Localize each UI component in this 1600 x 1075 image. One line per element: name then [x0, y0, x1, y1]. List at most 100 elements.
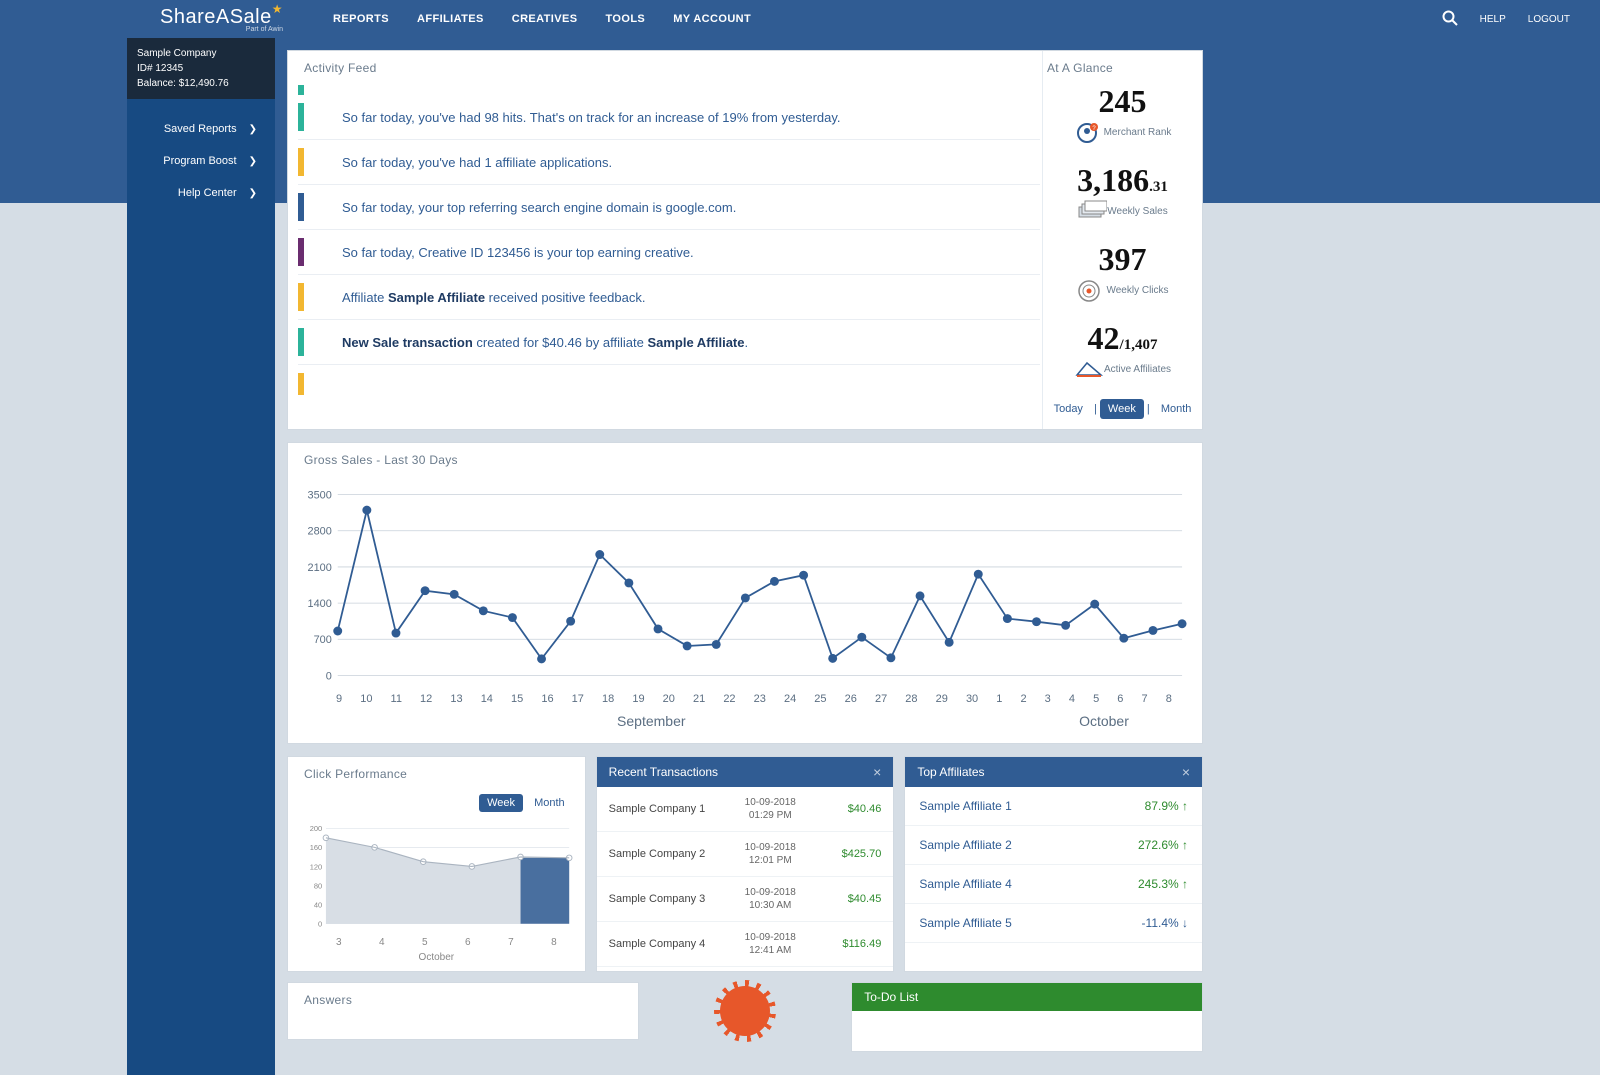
nav-reports[interactable]: REPORTS [333, 13, 389, 25]
activity-feed-title: Activity Feed [288, 51, 1042, 85]
click-perf-tabs: Week Month [479, 797, 573, 809]
glance-tab-week[interactable]: Week [1100, 399, 1144, 419]
feed-item[interactable]: So far today, Creative ID 123456 is your… [298, 230, 1040, 275]
help-link[interactable]: HELP [1480, 14, 1506, 25]
svg-text:40: 40 [314, 900, 322, 909]
answers-title: Answers [288, 983, 638, 1017]
brand-name: ShareASale [160, 6, 272, 28]
click-tab-week[interactable]: Week [479, 794, 523, 812]
tx-amount: $116.49 [821, 938, 882, 950]
glance-stat: 245?Merchant Rank [1043, 83, 1202, 144]
tx-name: Sample Company 1 [609, 803, 720, 815]
sidebar-saved-reports[interactable]: Saved Reports❯ [127, 113, 275, 145]
glance-timeframe-tabs: Today | Week | Month [1043, 399, 1202, 419]
sun-icon [720, 986, 770, 1036]
chart-month-labels: September October [288, 705, 1202, 733]
sidebar-help-center[interactable]: Help Center❯ [127, 177, 275, 209]
chart-x-axis: 9101112131415161718192021222324252627282… [288, 693, 1202, 705]
gross-sales-chart-panel: Gross Sales - Last 30 Days 0700140021002… [287, 442, 1203, 744]
glance-icon [1074, 357, 1098, 381]
affiliate-row[interactable]: Sample Affiliate 2272.6% ↑ [905, 826, 1202, 865]
tx-date: 10-09-201810:30 AM [720, 886, 821, 912]
nav-affiliates[interactable]: AFFILIATES [417, 13, 484, 25]
tx-date: 10-09-201812:41 AM [720, 931, 821, 957]
glance-tab-today[interactable]: Today [1046, 399, 1091, 419]
svg-text:2100: 2100 [308, 562, 332, 574]
glance-value: 3,186.31 [1043, 162, 1202, 199]
click-perf-title: Click Performance [288, 757, 585, 791]
sidebar-program-boost[interactable]: Program Boost❯ [127, 145, 275, 177]
glance-value: 42/1,407 [1043, 320, 1202, 357]
close-icon[interactable]: × [1182, 764, 1190, 780]
glance-stat: 42/1,407Active Affiliates [1043, 320, 1202, 381]
glance-label: ?Merchant Rank [1043, 120, 1202, 144]
affiliate-pct: -11.4% ↓ [1142, 916, 1188, 930]
feed-accent [298, 148, 304, 176]
click-performance-chart: 04080120160200 [296, 821, 577, 931]
tx-name: Sample Company 2 [609, 848, 720, 860]
feed-item[interactable]: New Sale transaction created for $40.46 … [298, 320, 1040, 365]
feed-accent [298, 193, 304, 221]
brand-logo: ShareASale★ Part of Awin [160, 6, 283, 33]
svg-text:700: 700 [314, 634, 332, 646]
account-id: ID# 12345 [137, 61, 265, 76]
sidebar: Sample Company ID# 12345 Balance: $12,49… [127, 38, 275, 1075]
affiliate-name: Sample Affiliate 1 [919, 799, 1012, 813]
at-a-glance-panel: At A Glance 245?Merchant Rank3,186.31Wee… [1042, 51, 1202, 429]
affiliate-pct: 272.6% ↑ [1138, 838, 1188, 852]
affiliate-row[interactable]: Sample Affiliate 1 87.9% ↑ [905, 787, 1202, 826]
nav-my-account[interactable]: MY ACCOUNT [673, 13, 751, 25]
chevron-right-icon: ❯ [249, 188, 257, 199]
top-affiliates-panel: Top Affiliates × Sample Affiliate 1 87.9% … [904, 756, 1203, 972]
transaction-row[interactable]: Sample Company 310-09-201810:30 AM$40.45 [597, 877, 894, 922]
activity-feed-list[interactable]: So far today, you've had 98 hits. That's… [288, 95, 1042, 395]
glance-stat: 397Weekly Clicks [1043, 241, 1202, 302]
nav-creatives[interactable]: CREATIVES [512, 13, 578, 25]
nav-tools[interactable]: TOOLS [605, 13, 645, 25]
affiliate-row[interactable]: Sample Affiliate 5 -11.4% ↓ [905, 904, 1202, 943]
glance-label: Weekly Sales [1043, 199, 1202, 223]
feed-item[interactable] [298, 365, 1040, 395]
affiliate-pct: 87.9% ↑ [1145, 799, 1188, 813]
svg-text:2800: 2800 [308, 526, 332, 538]
top-aff-title: Top Affiliates [917, 765, 984, 779]
feed-accent [298, 283, 304, 311]
feed-text: So far today, you've had 98 hits. That's… [342, 110, 841, 125]
tx-amount: $425.70 [821, 848, 882, 860]
transaction-row[interactable]: Sample Company 410-09-201812:41 AM$116.4… [597, 922, 894, 967]
tx-date: 10-09-201812:01 PM [720, 841, 821, 867]
click-chart-x-axis: 345678 [296, 934, 577, 948]
transaction-row[interactable]: Sample Company 210-09-201812:01 PM$425.7… [597, 832, 894, 877]
feed-text: New Sale transaction created for $40.46 … [342, 335, 748, 350]
star-icon: ★ [272, 2, 283, 16]
feed-item[interactable]: So far today, you've had 98 hits. That's… [298, 95, 1040, 140]
feed-accent [298, 373, 304, 395]
affiliate-row[interactable]: Sample Affiliate 4245.3% ↑ [905, 865, 1202, 904]
svg-text:160: 160 [310, 843, 322, 852]
primary-nav: REPORTS AFFILIATES CREATIVES TOOLS MY AC… [333, 13, 751, 25]
feed-text: So far today, Creative ID 123456 is your… [342, 245, 694, 260]
feed-item[interactable]: So far today, your top referring search … [298, 185, 1040, 230]
close-icon[interactable]: × [873, 764, 881, 780]
tx-date: 10-09-201801:29 PM [720, 796, 821, 822]
click-tab-month[interactable]: Month [526, 794, 573, 812]
affiliate-name: Sample Affiliate 4 [919, 877, 1012, 891]
glance-label: Weekly Clicks [1043, 278, 1202, 302]
click-chart-month: October [296, 948, 577, 963]
affiliate-name: Sample Affiliate 5 [919, 916, 1012, 930]
glance-label: Active Affiliates [1043, 357, 1202, 381]
glance-value: 397 [1043, 241, 1202, 278]
tx-amount: $40.45 [821, 893, 882, 905]
svg-text:200: 200 [310, 824, 322, 833]
activity-feed-panel: Activity Feed So far today, you've had 9… [288, 51, 1042, 401]
feed-item[interactable]: So far today, you've had 1 affiliate app… [298, 140, 1040, 185]
transaction-row[interactable]: Sample Company 110-09-201801:29 PM$40.46 [597, 787, 894, 832]
svg-text:120: 120 [310, 862, 322, 871]
account-summary: Sample Company ID# 12345 Balance: $12,49… [127, 38, 275, 99]
gross-sales-chart: 07001400210028003500 [298, 481, 1192, 691]
glance-tab-month[interactable]: Month [1153, 399, 1200, 419]
logout-link[interactable]: LOGOUT [1528, 14, 1570, 25]
feed-item[interactable]: Affiliate Sample Affiliate received posi… [298, 275, 1040, 320]
search-icon[interactable] [1442, 10, 1458, 29]
answers-panel: Answers [287, 982, 639, 1040]
